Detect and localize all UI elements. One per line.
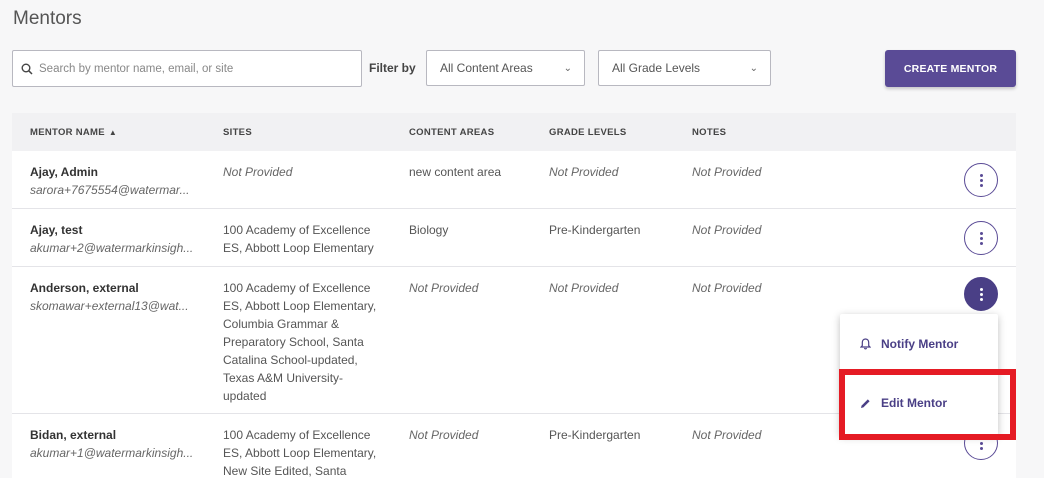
sites-line: New Site Edited, Santa — [223, 464, 347, 478]
more-vertical-icon — [979, 436, 983, 450]
notify-mentor-label: Notify Mentor — [881, 337, 959, 351]
column-header-name-label: MENTOR NAME — [30, 127, 105, 138]
sites-line: 100 Academy of Excellence — [223, 428, 371, 442]
sites-line: ES, Abbott Loop Elementary — [223, 241, 374, 255]
mentor-email: skomawar+external13@wat... — [30, 299, 189, 313]
mentor-name[interactable]: Ajay, Admin — [30, 163, 210, 181]
notes-cell: Not Provided — [692, 281, 762, 295]
content-area-select[interactable]: All Content Areas ⌄ — [426, 50, 585, 86]
sites-line: Not Provided — [223, 165, 293, 179]
table-row: Ajay, test akumar+2@watermarkinsigh... 1… — [12, 209, 1016, 267]
page-title: Mentors — [13, 8, 82, 29]
mentor-email: akumar+1@watermarkinsigh... — [30, 446, 194, 460]
mentor-cell: Anderson, external skomawar+external13@w… — [30, 279, 210, 315]
sites-line: Columbia Grammar & — [223, 317, 340, 331]
content-areas-cell: Not Provided — [409, 428, 479, 442]
notify-mentor-menu-item[interactable]: Notify Mentor — [840, 324, 998, 364]
content-area-select-value: All Content Areas — [440, 61, 533, 75]
search-icon — [21, 63, 33, 75]
grade-levels-cell: Pre-Kindergarten — [549, 223, 641, 237]
row-actions-button[interactable] — [964, 277, 998, 311]
mentor-name[interactable]: Anderson, external — [30, 279, 210, 297]
bell-icon — [860, 338, 871, 350]
mentor-name[interactable]: Ajay, test — [30, 221, 210, 239]
sites-cell: 100 Academy of Excellence ES, Abbott Loo… — [223, 426, 395, 478]
table-header: MENTOR NAME ▲ SITES CONTENT AREAS GRADE L… — [12, 113, 1016, 151]
grade-level-select-value: All Grade Levels — [612, 61, 701, 75]
content-areas-cell: new content area — [409, 165, 502, 179]
filter-label: Filter by — [369, 61, 416, 75]
grade-levels-cell: Not Provided — [549, 165, 619, 179]
search-input[interactable] — [39, 62, 339, 75]
column-header-content-areas: CONTENT AREAS — [409, 127, 495, 138]
row-actions-button[interactable] — [964, 221, 998, 255]
mentor-cell: Bidan, external akumar+1@watermarkinsigh… — [30, 426, 210, 462]
sites-line: ES, Abbott Loop Elementary, — [223, 299, 377, 313]
mentor-name[interactable]: Bidan, external — [30, 426, 210, 444]
sites-line: updated — [223, 389, 267, 403]
more-vertical-icon — [979, 287, 983, 301]
notes-cell: Not Provided — [692, 223, 762, 237]
grade-level-select[interactable]: All Grade Levels ⌄ — [598, 50, 771, 86]
notes-cell: Not Provided — [692, 165, 762, 179]
mentor-email: akumar+2@watermarkinsigh... — [30, 241, 194, 255]
column-header-notes: NOTES — [692, 127, 727, 138]
sites-line: Catalina School-updated, — [223, 353, 358, 367]
mentor-cell: Ajay, test akumar+2@watermarkinsigh... — [30, 221, 210, 257]
chevron-down-icon: ⌄ — [563, 62, 572, 74]
notes-cell: Not Provided — [692, 428, 762, 442]
chevron-down-icon: ⌄ — [749, 62, 758, 74]
content-areas-cell: Biology — [409, 223, 449, 237]
column-header-grade-levels: GRADE LEVELS — [549, 127, 627, 138]
grade-levels-cell: Pre-Kindergarten — [549, 428, 641, 442]
row-actions-button[interactable] — [964, 163, 998, 197]
pencil-icon — [861, 398, 870, 408]
mentor-email: sarora+7675554@watermar... — [30, 183, 190, 197]
more-vertical-icon — [979, 231, 983, 245]
column-header-name[interactable]: MENTOR NAME ▲ — [30, 127, 117, 138]
create-mentor-button[interactable]: CREATE MENTOR — [885, 50, 1016, 87]
sites-cell: 100 Academy of Excellence ES, Abbott Loo… — [223, 279, 395, 405]
column-header-sites: SITES — [223, 127, 252, 138]
grade-levels-cell: Not Provided — [549, 281, 619, 295]
content-areas-cell: Not Provided — [409, 281, 479, 295]
mentor-cell: Ajay, Admin sarora+7675554@watermar... — [30, 163, 210, 199]
sites-line: 100 Academy of Excellence — [223, 223, 371, 237]
edit-mentor-label: Edit Mentor — [881, 396, 947, 410]
sites-line: ES, Abbott Loop Elementary, — [223, 446, 377, 460]
sites-line: 100 Academy of Excellence — [223, 281, 371, 295]
table-row: Ajay, Admin sarora+7675554@watermar... N… — [12, 151, 1016, 209]
sites-line: Preparatory School, Santa — [223, 335, 364, 349]
more-vertical-icon — [979, 173, 983, 187]
search-box[interactable] — [12, 50, 362, 87]
edit-mentor-menu-item[interactable]: Edit Mentor — [840, 383, 998, 423]
sites-line: Texas A&M University- — [223, 371, 344, 385]
sort-ascending-icon[interactable]: ▲ — [109, 128, 117, 137]
sites-cell: 100 Academy of Excellence ES, Abbott Loo… — [223, 221, 395, 257]
sites-cell: Not Provided — [223, 163, 395, 181]
row-actions-menu: Notify Mentor Edit Mentor — [840, 314, 998, 435]
